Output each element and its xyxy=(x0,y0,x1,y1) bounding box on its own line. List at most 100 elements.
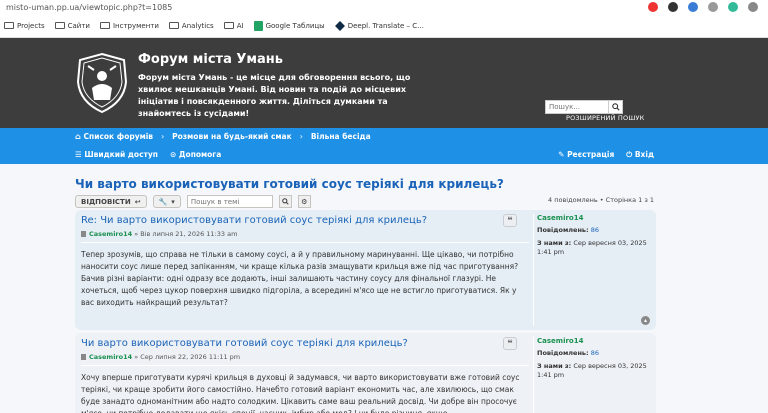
breadcrumb: ⌂ Список форумів › Розмови на будь-який … xyxy=(75,132,371,141)
breadcrumb-forum[interactable]: Вільна бесіда xyxy=(311,132,371,141)
extension-icon[interactable] xyxy=(648,2,658,12)
bookmark-google-sheets[interactable]: Google Таблицы xyxy=(253,20,325,31)
site-description: Форум міста Умань - це місце для обговор… xyxy=(138,73,411,118)
post-profile: Casemiro14 Повідомлень: 86 З нами з: Сер… xyxy=(533,214,649,326)
reply-button[interactable]: ВІДПОВІСТИ ↩ xyxy=(75,195,147,208)
reply-label: ВІДПОВІСТИ xyxy=(81,197,131,206)
folder-icon xyxy=(99,22,110,29)
browser-address-bar[interactable]: misto-uman.pp.ua/viewtopic.php?t=1085 xyxy=(0,0,768,14)
bookmark-tools[interactable]: Інструменти xyxy=(99,21,159,30)
header-search-input[interactable] xyxy=(545,100,609,114)
extension-icon[interactable] xyxy=(728,2,738,12)
post-meta: Casemiro14 » Сер липня 22, 2026 11:11 pm xyxy=(81,353,529,366)
back-to-top-button[interactable]: ▴ xyxy=(641,316,650,325)
post: Re: Чи варто використовувати готовий соу… xyxy=(75,210,656,330)
register-link[interactable]: ✎ Реєстрація xyxy=(558,150,614,160)
advanced-topic-search-button[interactable]: ⚙ xyxy=(297,195,311,208)
post-icon xyxy=(81,231,86,237)
search-icon xyxy=(282,198,289,205)
quote-icon: ❝ xyxy=(507,338,513,349)
folder-icon xyxy=(223,22,234,29)
extension-icon[interactable] xyxy=(668,2,678,12)
login-label: Вхід xyxy=(634,150,654,159)
extension-icon[interactable] xyxy=(708,2,718,12)
city-coat-of-arms-logo[interactable] xyxy=(74,52,130,114)
header-search-button[interactable] xyxy=(609,100,623,114)
site-title[interactable]: Форум міста Умань xyxy=(138,52,283,67)
topic-search-button[interactable] xyxy=(278,195,292,208)
topic-tools-button[interactable]: 🔧 ▾ xyxy=(152,195,181,208)
search-icon xyxy=(611,103,620,111)
reply-icon: ↩ xyxy=(134,197,141,206)
register-label: Реєстрація xyxy=(567,150,615,159)
bookmark-sites[interactable]: Сайти xyxy=(54,21,90,30)
home-icon: ⌂ xyxy=(75,132,84,141)
profile-username[interactable]: Casemiro14 xyxy=(537,214,649,222)
quote-icon: ❝ xyxy=(507,215,513,226)
login-link[interactable]: ⏻ Вхід xyxy=(626,150,654,160)
deepl-icon xyxy=(334,20,345,31)
forum-navbar: ⌂ Список форумів › Розмови на будь-який … xyxy=(0,128,768,164)
bookmark-analytics[interactable]: Analytics xyxy=(168,21,214,30)
post-date: Сер липня 22, 2026 11:11 pm xyxy=(140,353,241,361)
chevron-down-icon: ▾ xyxy=(171,197,175,206)
quote-button[interactable]: ❝ xyxy=(503,337,517,350)
profile-joined-label: З нами з: xyxy=(537,239,572,247)
post-subject[interactable]: Чи варто використовувати готовий соус те… xyxy=(81,337,529,350)
post-content: Хочу вперше приготувати курячі крильця в… xyxy=(81,373,520,413)
quick-access-menu[interactable]: ☰ Швидкий доступ xyxy=(75,150,158,159)
quick-links: ☰ Швидкий доступ ⊙ Допомога xyxy=(75,150,221,159)
gear-icon: ⚙ xyxy=(301,197,308,206)
post-subject[interactable]: Re: Чи варто використовувати готовий соу… xyxy=(81,214,529,227)
profile-posts: Повідомлень: 86 xyxy=(537,226,649,235)
profile-username[interactable]: Casemiro14 xyxy=(537,337,649,345)
profile-joined: З нами з: Сер вересня 03, 2025 1:41 pm xyxy=(537,362,649,380)
post-icon xyxy=(81,354,86,360)
post-content: Тепер зрозумів, що справа не тільки в са… xyxy=(81,250,519,307)
help-link[interactable]: ⊙ Допомога xyxy=(170,150,221,159)
help-icon: ⊙ xyxy=(169,150,179,159)
breadcrumb-home[interactable]: ⌂ Список форумів xyxy=(75,132,153,141)
topic-search-input[interactable] xyxy=(186,195,273,208)
advanced-search-link[interactable]: РОЗШИРЕНИЙ ПОШУК xyxy=(566,114,644,122)
power-icon: ⏻ xyxy=(626,150,635,159)
post-author[interactable]: Casemiro14 xyxy=(89,230,132,238)
bookmark-projects[interactable]: Projects xyxy=(4,22,45,30)
bookmark-label: Сайти xyxy=(67,21,90,30)
profile-posts-label: Повідомлень: xyxy=(537,349,589,357)
bookmark-label: Інструменти xyxy=(112,21,159,30)
profile-posts: Повідомлень: 86 xyxy=(537,349,649,358)
bookmarks-bar: Projects Сайти Інструменти Analytics AI … xyxy=(0,14,768,38)
profile-joined-label: З нами з: xyxy=(537,362,572,370)
bookmark-label: Analytics xyxy=(181,21,214,30)
topic-title[interactable]: Чи варто використовувати готовий соус те… xyxy=(75,177,504,191)
post-profile: Casemiro14 Повідомлень: 86 З нами з: Сер… xyxy=(533,337,649,413)
profile-icon[interactable] xyxy=(748,2,758,12)
post-author[interactable]: Casemiro14 xyxy=(89,353,132,361)
folder-icon xyxy=(168,22,179,29)
post-date: Вів липня 21, 2026 11:33 am xyxy=(140,230,238,238)
post-body: Чи варто використовувати готовий соус те… xyxy=(81,337,529,413)
profile-posts-count[interactable]: 86 xyxy=(591,226,599,234)
bookmark-ai[interactable]: AI xyxy=(223,22,244,30)
breadcrumb-label: Список форумів xyxy=(83,132,154,141)
post-body: Re: Чи варто використовувати готовий соу… xyxy=(81,214,529,309)
bookmark-label: Deepl. Translate – C... xyxy=(347,21,424,30)
bookmark-label: Google Таблицы xyxy=(265,21,325,30)
breadcrumb-category[interactable]: Розмови на будь-який смак xyxy=(172,132,292,141)
profile-joined: З нами з: Сер вересня 03, 2025 1:41 pm xyxy=(537,239,649,257)
quote-button[interactable]: ❝ xyxy=(503,214,517,227)
bookmark-deepl[interactable]: Deepl. Translate – C... xyxy=(334,20,424,31)
register-icon: ✎ xyxy=(558,150,568,159)
breadcrumb-separator: › xyxy=(161,132,165,141)
profile-posts-count[interactable]: 86 xyxy=(591,349,599,357)
quick-access-label: Швидкий доступ xyxy=(84,150,158,159)
wrench-icon: 🔧 xyxy=(158,197,168,206)
extension-icon[interactable] xyxy=(688,2,698,12)
site-header: Форум міста Умань Форум міста Умань - це… xyxy=(0,38,768,128)
breadcrumb-separator: › xyxy=(299,132,303,141)
chevron-up-icon: ▴ xyxy=(643,317,647,324)
url-text[interactable]: misto-uman.pp.ua/viewtopic.php?t=1085 xyxy=(6,3,648,12)
auth-links: ✎ Реєстрація ⏻ Вхід xyxy=(558,150,654,160)
help-label: Допомога xyxy=(178,150,222,159)
